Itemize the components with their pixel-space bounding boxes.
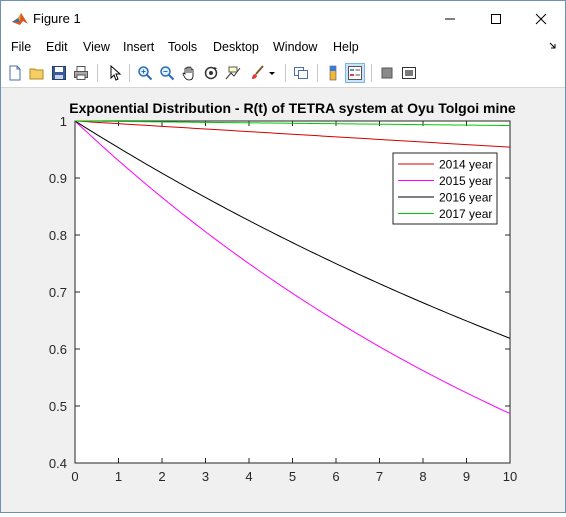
menu-file[interactable]: File bbox=[11, 40, 31, 54]
y-tick-label: 0.8 bbox=[49, 228, 67, 243]
zoom-in-button[interactable] bbox=[135, 63, 155, 83]
window-title: Figure 1 bbox=[33, 11, 81, 26]
x-tick-label: 1 bbox=[115, 469, 122, 484]
minimize-button[interactable] bbox=[427, 1, 473, 37]
dock-arrow-icon[interactable] bbox=[549, 42, 557, 50]
menu-tools[interactable]: Tools bbox=[168, 40, 197, 54]
maximize-button[interactable] bbox=[473, 1, 519, 37]
y-tick-label: 0.9 bbox=[49, 171, 67, 186]
show-plot-tools-button[interactable] bbox=[399, 63, 419, 83]
minimize-icon bbox=[445, 18, 455, 20]
legend-button[interactable] bbox=[345, 63, 365, 83]
x-tick-label: 9 bbox=[463, 469, 470, 484]
open-button[interactable] bbox=[27, 63, 47, 83]
new-figure-icon bbox=[9, 65, 21, 81]
pan-button[interactable] bbox=[179, 63, 199, 83]
zoom-out-button[interactable] bbox=[157, 63, 177, 83]
save-button[interactable] bbox=[49, 63, 69, 83]
zoom-out-icon bbox=[160, 66, 175, 81]
toolbar-separator bbox=[317, 64, 318, 82]
hide-plot-tools-button[interactable] bbox=[377, 63, 397, 83]
hide-plot-tools-icon bbox=[381, 67, 393, 79]
link-plot-button[interactable] bbox=[291, 63, 311, 83]
figure-toolbar bbox=[1, 59, 565, 88]
rotate-3d-button[interactable] bbox=[201, 63, 221, 83]
y-tick-label: 0.7 bbox=[49, 285, 67, 300]
menu-edit[interactable]: Edit bbox=[46, 40, 68, 54]
maximize-icon bbox=[491, 14, 501, 24]
matlab-logo-icon bbox=[12, 13, 28, 25]
y-tick-label: 1 bbox=[60, 114, 67, 129]
x-tick-label: 10 bbox=[503, 469, 517, 484]
figure-window: Figure 1 File Edit View Insert Tools Des… bbox=[0, 0, 566, 513]
legend-label: 2016 year bbox=[439, 191, 492, 205]
y-tick-label: 0.5 bbox=[49, 399, 67, 414]
menu-desktop[interactable]: Desktop bbox=[213, 40, 259, 54]
legend-label: 2015 year bbox=[439, 174, 492, 188]
title-bar[interactable]: Figure 1 bbox=[1, 1, 565, 37]
legend-label: 2014 year bbox=[439, 158, 492, 172]
brush-icon bbox=[252, 65, 264, 79]
y-tick-label: 0.4 bbox=[49, 456, 67, 471]
figure-canvas[interactable]: Exponential Distribution - R(t) of TETRA… bbox=[1, 88, 565, 512]
colorbar-icon bbox=[329, 65, 337, 81]
chart-title: Exponential Distribution - R(t) of TETRA… bbox=[69, 100, 516, 116]
data-cursor-button[interactable] bbox=[223, 63, 243, 83]
brush-button[interactable] bbox=[247, 63, 267, 83]
new-figure-button[interactable] bbox=[5, 63, 25, 83]
line-chart: Exponential Distribution - R(t) of TETRA… bbox=[49, 100, 517, 484]
menu-help[interactable]: Help bbox=[333, 40, 359, 54]
open-folder-icon bbox=[29, 68, 44, 80]
data-cursor-icon bbox=[225, 66, 241, 80]
x-tick-label: 2 bbox=[158, 469, 165, 484]
colorbar-button[interactable] bbox=[323, 63, 343, 83]
print-icon bbox=[74, 66, 88, 80]
toolbar-separator bbox=[371, 64, 372, 82]
x-tick-label: 4 bbox=[245, 469, 252, 484]
x-tick-label: 8 bbox=[419, 469, 426, 484]
close-button[interactable] bbox=[518, 1, 564, 37]
pan-hand-icon bbox=[182, 66, 194, 81]
toolbar-separator bbox=[129, 64, 130, 82]
menu-window[interactable]: Window bbox=[273, 40, 317, 54]
save-icon bbox=[52, 66, 66, 80]
x-tick-label: 5 bbox=[289, 469, 296, 484]
menu-view[interactable]: View bbox=[83, 40, 110, 54]
x-tick-label: 0 bbox=[71, 469, 78, 484]
x-tick-label: 3 bbox=[202, 469, 209, 484]
print-button[interactable] bbox=[71, 63, 91, 83]
rotate-3d-icon bbox=[204, 66, 218, 80]
menu-insert[interactable]: Insert bbox=[123, 40, 154, 54]
show-plot-tools-icon bbox=[402, 67, 416, 79]
x-tick-label: 7 bbox=[376, 469, 383, 484]
y-tick-label: 0.6 bbox=[49, 342, 67, 357]
toolbar-separator bbox=[97, 64, 98, 82]
menu-bar: File Edit View Insert Tools Desktop Wind… bbox=[1, 37, 565, 59]
select-button[interactable] bbox=[105, 63, 125, 83]
zoom-in-icon bbox=[138, 66, 153, 81]
link-plot-icon bbox=[294, 67, 308, 79]
legend-icon bbox=[348, 66, 362, 80]
x-tick-label: 6 bbox=[332, 469, 339, 484]
arrow-cursor-icon bbox=[110, 65, 122, 81]
legend-label: 2017 year bbox=[439, 207, 492, 221]
close-icon bbox=[535, 13, 547, 25]
dropdown-caret-icon bbox=[269, 72, 275, 75]
brush-dropdown[interactable] bbox=[267, 63, 277, 83]
toolbar-separator bbox=[285, 64, 286, 82]
